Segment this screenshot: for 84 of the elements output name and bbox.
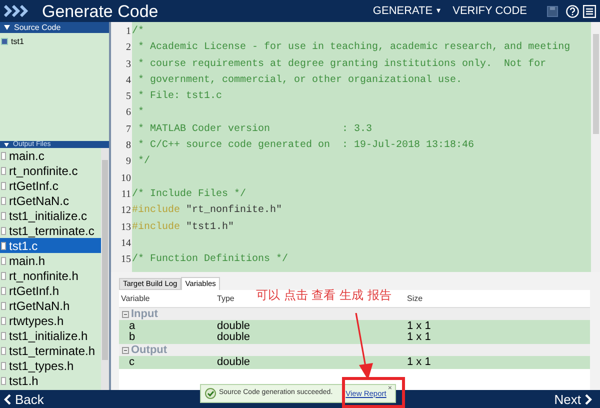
code-comment: * government, commercial, or other organizational use.: [137, 74, 462, 88]
line-number: 1: [125, 25, 132, 39]
line-number: 10: [120, 172, 132, 186]
scrollbar[interactable]: [591, 22, 600, 272]
table-cell: double: [217, 356, 250, 368]
file-item[interactable]: tst1.c: [0, 238, 101, 253]
file-item[interactable]: rtwtypes.h: [0, 313, 101, 328]
annotation-text: 可以 点击 查看 生成 报告: [256, 289, 392, 301]
file-item[interactable]: tst1_terminate.c: [0, 223, 101, 238]
file-item[interactable]: tst1_types.h: [0, 358, 101, 373]
line-number: 3: [125, 58, 132, 72]
table-cell: double: [217, 320, 250, 332]
group-name: Output: [131, 344, 168, 356]
file-item[interactable]: main.c: [0, 148, 101, 163]
table-cell: c: [129, 356, 134, 368]
code-directive: #include: [132, 204, 180, 218]
column-header: Variable: [121, 294, 150, 302]
line-number: 6: [125, 106, 132, 120]
success-check-icon: [205, 388, 216, 399]
line-number: 13: [120, 220, 132, 235]
code-comment: /* Function Definitions */: [132, 252, 288, 268]
table-cell: double: [217, 331, 250, 343]
code-comment: * Academic License - for use in teaching, academic research, and meeting: [137, 40, 570, 56]
file-item[interactable]: tst1_initialize.h: [0, 328, 101, 343]
file-item[interactable]: rtGetInf.c: [0, 178, 101, 193]
code-comment: */: [137, 154, 150, 170]
code-comment: * course requirements at degree granting institutions only. Not for: [137, 58, 546, 72]
line-number: 14: [120, 236, 132, 251]
file-item[interactable]: rt_nonfinite.c: [0, 163, 101, 178]
chevron-right-icon: [585, 394, 592, 404]
toolbar-button[interactable]: GENERATE ▾: [372, 6, 441, 16]
code-comment: *: [137, 106, 144, 120]
line-number: 7: [125, 122, 132, 137]
file-item[interactable]: rtGetNaN.c: [0, 193, 101, 208]
line-number: 2: [125, 41, 132, 56]
line-number: 11: [120, 188, 132, 202]
code-directive: #include: [132, 220, 180, 235]
file-item[interactable]: rt_nonfinite.h: [0, 268, 101, 283]
code-comment: /*: [132, 24, 144, 39]
next-button[interactable]: Next: [554, 392, 592, 406]
help-icon[interactable]: [566, 4, 579, 18]
code-string: "rt_nonfinite.h": [185, 204, 282, 218]
collapse-triangle-icon[interactable]: [4, 142, 9, 146]
tree-item[interactable]: tst1: [0, 36, 109, 47]
file-item[interactable]: tst1.h: [0, 373, 101, 388]
table-cell: a: [129, 320, 136, 332]
chevron-left-icon: [4, 394, 11, 404]
caret-icon: ▾: [436, 7, 441, 15]
collapse-icon[interactable]: [122, 310, 129, 318]
file-item[interactable]: rtGetNaN.h: [0, 298, 101, 313]
column-header: Size: [407, 294, 423, 302]
code-comment: * MATLAB Coder version : 3.3: [137, 122, 372, 137]
collapse-triangle-icon[interactable]: [4, 25, 10, 30]
line-number: 8: [125, 139, 132, 154]
table-cell: 1 x 1: [407, 320, 431, 332]
code-string: "tst1.h": [185, 220, 234, 235]
column-header: Type: [217, 294, 234, 302]
save-icon[interactable]: [547, 6, 558, 16]
collapse-icon[interactable]: [122, 346, 129, 354]
annotation-highlight-box: [342, 377, 405, 408]
group-name: Input: [131, 308, 158, 320]
file-item[interactable]: rtGetInf.h: [0, 283, 101, 298]
section-title: Source Code: [14, 24, 61, 32]
back-button[interactable]: Back: [4, 392, 44, 406]
function-icon: [1, 38, 8, 45]
line-number: 12: [120, 204, 132, 218]
code-comment: /* Include Files */: [132, 188, 246, 202]
toolbar-button[interactable]: VERIFY CODE: [452, 6, 527, 16]
table-cell: 1 x 1: [407, 356, 431, 368]
line-number: 15: [120, 253, 132, 268]
code-comment: * C/C++ source code generated on : 19-Jul-2018 13:18:46: [137, 138, 474, 154]
file-item[interactable]: main.h: [0, 253, 101, 268]
file-item[interactable]: tst1_terminate.h: [0, 343, 101, 358]
line-number: 4: [125, 74, 132, 88]
menu-icon[interactable]: [583, 4, 596, 18]
file-item[interactable]: tst1_initialize.c: [0, 208, 101, 223]
code-comment: * File: tst1.c: [137, 90, 222, 104]
table-cell: b: [129, 331, 136, 343]
scrollbar[interactable]: [101, 148, 109, 390]
window-title: Generate Code: [42, 2, 158, 20]
table-cell: 1 x 1: [407, 331, 431, 343]
line-number: 9: [125, 155, 132, 170]
chevrons-icon: [4, 5, 30, 17]
line-number: 5: [125, 90, 132, 104]
